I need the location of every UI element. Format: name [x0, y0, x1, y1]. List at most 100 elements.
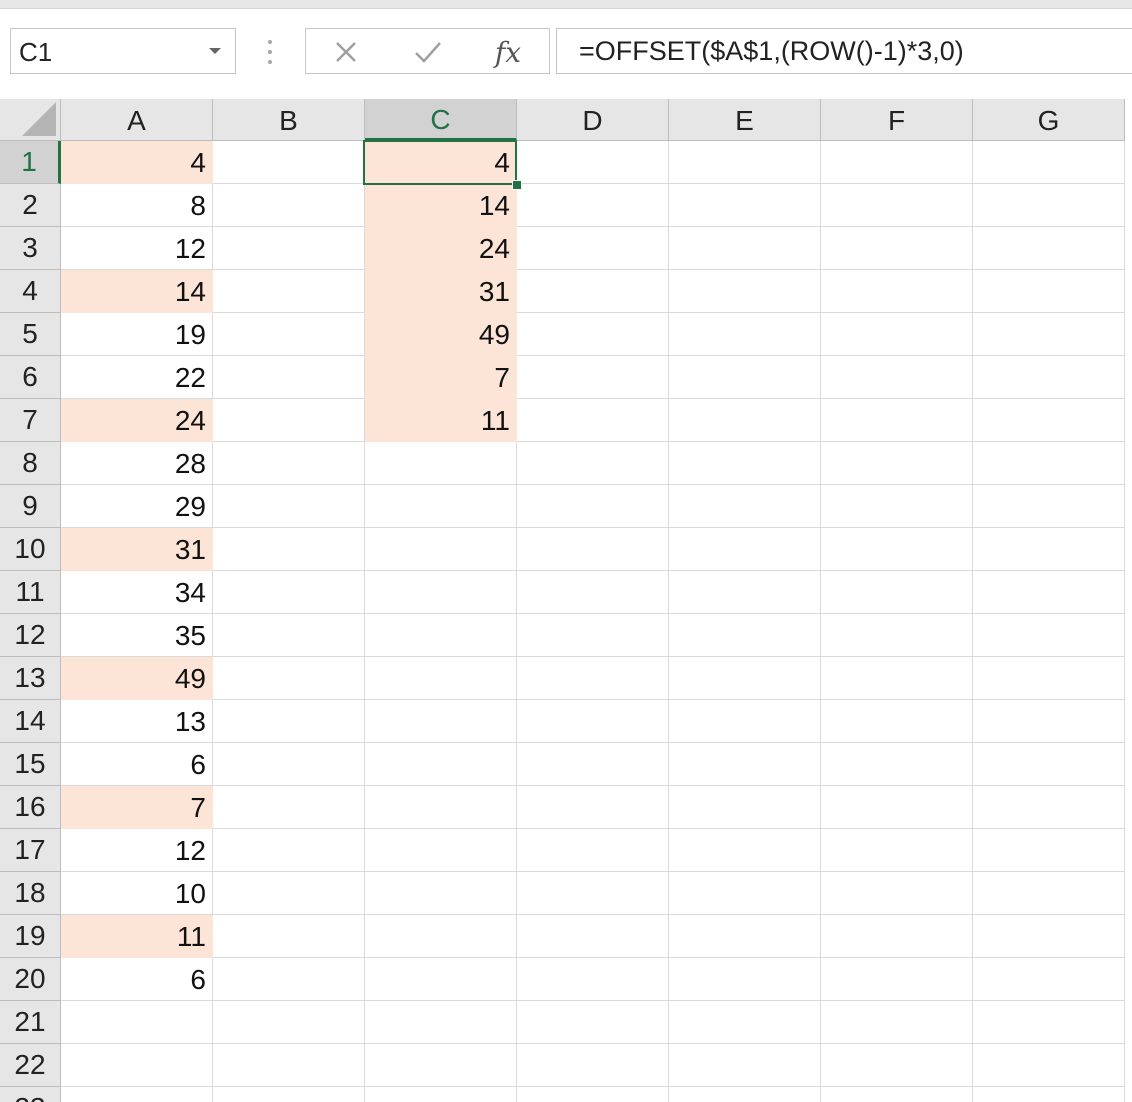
cell-b1[interactable]: [213, 141, 365, 184]
row-header-12[interactable]: 12: [0, 614, 61, 657]
cell-e5[interactable]: [669, 313, 821, 356]
cell-g8[interactable]: [973, 442, 1125, 485]
cell-f17[interactable]: [821, 829, 973, 872]
cell-c18[interactable]: [365, 872, 517, 915]
cell-f20[interactable]: [821, 958, 973, 1001]
row-header-16[interactable]: 16: [0, 786, 61, 829]
cell-d9[interactable]: [517, 485, 669, 528]
cell-a9[interactable]: 29: [61, 485, 213, 528]
cell-e14[interactable]: [669, 700, 821, 743]
cell-c17[interactable]: [365, 829, 517, 872]
cell-g14[interactable]: [973, 700, 1125, 743]
name-box[interactable]: C1: [10, 28, 236, 74]
cell-a20[interactable]: 6: [61, 958, 213, 1001]
cell-b4[interactable]: [213, 270, 365, 313]
cell-a12[interactable]: 35: [61, 614, 213, 657]
cell-b8[interactable]: [213, 442, 365, 485]
cell-b9[interactable]: [213, 485, 365, 528]
cell-e16[interactable]: [669, 786, 821, 829]
cell-b5[interactable]: [213, 313, 365, 356]
row-header-19[interactable]: 19: [0, 915, 61, 958]
cell-d20[interactable]: [517, 958, 669, 1001]
cell-b10[interactable]: [213, 528, 365, 571]
cell-a4[interactable]: 14: [61, 270, 213, 313]
cell-c19[interactable]: [365, 915, 517, 958]
cell-d15[interactable]: [517, 743, 669, 786]
cell-c5[interactable]: 49: [365, 313, 517, 356]
row-header-22[interactable]: 22: [0, 1044, 61, 1087]
cell-b2[interactable]: [213, 184, 365, 227]
row-header-3[interactable]: 3: [0, 227, 61, 270]
cell-c8[interactable]: [365, 442, 517, 485]
row-header-9[interactable]: 9: [0, 485, 61, 528]
cell-e17[interactable]: [669, 829, 821, 872]
cell-f3[interactable]: [821, 227, 973, 270]
cell-a21[interactable]: [61, 1001, 213, 1044]
cell-b3[interactable]: [213, 227, 365, 270]
cell-e22[interactable]: [669, 1044, 821, 1087]
cell-g17[interactable]: [973, 829, 1125, 872]
cell-a18[interactable]: 10: [61, 872, 213, 915]
cell-e6[interactable]: [669, 356, 821, 399]
cell-e4[interactable]: [669, 270, 821, 313]
cell-g12[interactable]: [973, 614, 1125, 657]
cell-e15[interactable]: [669, 743, 821, 786]
cell-c9[interactable]: [365, 485, 517, 528]
cell-c16[interactable]: [365, 786, 517, 829]
cell-g2[interactable]: [973, 184, 1125, 227]
cell-c13[interactable]: [365, 657, 517, 700]
cell-c1[interactable]: 4: [365, 141, 517, 184]
cell-f23[interactable]: [821, 1087, 973, 1102]
cell-c21[interactable]: [365, 1001, 517, 1044]
cell-f11[interactable]: [821, 571, 973, 614]
fill-handle[interactable]: [512, 180, 522, 190]
cell-b19[interactable]: [213, 915, 365, 958]
cell-b18[interactable]: [213, 872, 365, 915]
cell-d23[interactable]: [517, 1087, 669, 1102]
cell-f22[interactable]: [821, 1044, 973, 1087]
cell-a8[interactable]: 28: [61, 442, 213, 485]
cell-b7[interactable]: [213, 399, 365, 442]
cell-e2[interactable]: [669, 184, 821, 227]
cell-a10[interactable]: 31: [61, 528, 213, 571]
row-header-1[interactable]: 1: [0, 141, 61, 184]
cell-g1[interactable]: [973, 141, 1125, 184]
cell-g10[interactable]: [973, 528, 1125, 571]
cell-e12[interactable]: [669, 614, 821, 657]
cell-f12[interactable]: [821, 614, 973, 657]
row-header-4[interactable]: 4: [0, 270, 61, 313]
formula-input[interactable]: =OFFSET($A$1,(ROW()-1)*3,0): [556, 28, 1132, 74]
cell-e20[interactable]: [669, 958, 821, 1001]
cell-c20[interactable]: [365, 958, 517, 1001]
cell-c6[interactable]: 7: [365, 356, 517, 399]
cell-f21[interactable]: [821, 1001, 973, 1044]
cell-b16[interactable]: [213, 786, 365, 829]
row-header-10[interactable]: 10: [0, 528, 61, 571]
cell-b23[interactable]: [213, 1087, 365, 1102]
cell-c10[interactable]: [365, 528, 517, 571]
cell-b17[interactable]: [213, 829, 365, 872]
cell-c22[interactable]: [365, 1044, 517, 1087]
column-header-b[interactable]: B: [213, 99, 365, 141]
cell-g5[interactable]: [973, 313, 1125, 356]
cell-e19[interactable]: [669, 915, 821, 958]
cell-f2[interactable]: [821, 184, 973, 227]
cell-g23[interactable]: [973, 1087, 1125, 1102]
cell-d18[interactable]: [517, 872, 669, 915]
cell-a2[interactable]: 8: [61, 184, 213, 227]
row-header-15[interactable]: 15: [0, 743, 61, 786]
cell-a17[interactable]: 12: [61, 829, 213, 872]
cell-c7[interactable]: 11: [365, 399, 517, 442]
cell-a5[interactable]: 19: [61, 313, 213, 356]
row-header-18[interactable]: 18: [0, 872, 61, 915]
column-header-c[interactable]: C: [365, 99, 517, 141]
cell-a13[interactable]: 49: [61, 657, 213, 700]
row-header-21[interactable]: 21: [0, 1001, 61, 1044]
cell-d22[interactable]: [517, 1044, 669, 1087]
chevron-down-icon[interactable]: [207, 43, 223, 59]
cell-c2[interactable]: 14: [365, 184, 517, 227]
column-header-d[interactable]: D: [517, 99, 669, 141]
column-header-e[interactable]: E: [669, 99, 821, 141]
cell-f7[interactable]: [821, 399, 973, 442]
cell-b21[interactable]: [213, 1001, 365, 1044]
